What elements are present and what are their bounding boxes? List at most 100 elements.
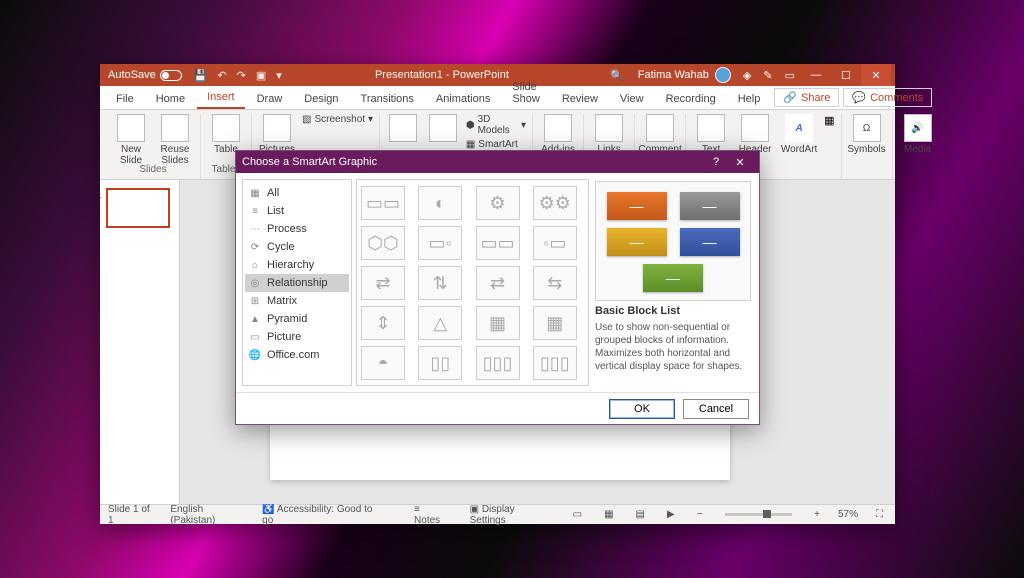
gallery-item[interactable]: ▯▯▯	[533, 346, 577, 380]
category-picture[interactable]: ▭Picture	[245, 328, 349, 346]
tab-view[interactable]: View	[610, 89, 654, 109]
notes-button[interactable]: ≡ Notes	[410, 504, 452, 526]
addins-button[interactable]: Add-ins	[539, 114, 577, 155]
pictures-button[interactable]: Pictures	[258, 114, 296, 155]
slide-sorter-view-icon[interactable]: ▦	[600, 509, 617, 520]
zoom-in-button[interactable]: +	[810, 509, 824, 520]
gallery-item[interactable]: ⇅	[418, 266, 462, 300]
textbox-button[interactable]: Text	[692, 114, 730, 155]
fit-to-window-icon[interactable]: ⛶	[872, 509, 887, 520]
tab-transitions[interactable]: Transitions	[351, 89, 424, 109]
dialog-body: ▦All ≡List ⋯Process ⟳Cycle ⌂Hierarchy ◎R…	[236, 173, 759, 392]
user-name: Fatima Wahab	[638, 69, 709, 81]
tab-slideshow[interactable]: Slide Show	[502, 77, 550, 109]
category-list[interactable]: ≡List	[245, 202, 349, 220]
start-from-beginning-icon[interactable]: ▣	[256, 69, 266, 82]
tab-design[interactable]: Design	[294, 89, 348, 109]
new-slide-button[interactable]: New Slide	[112, 114, 150, 166]
symbols-button[interactable]: ΩSymbols	[848, 114, 886, 155]
gallery-item[interactable]: ▦	[476, 306, 520, 340]
3d-models-button[interactable]: ⬢3D Models ▾	[466, 114, 526, 136]
redo-icon[interactable]: ↷	[237, 69, 246, 82]
gallery-item[interactable]: ⇄	[476, 266, 520, 300]
category-officecom[interactable]: 🌐Office.com	[245, 346, 349, 364]
tab-animations[interactable]: Animations	[426, 89, 500, 109]
gallery-item[interactable]: ▭▭	[476, 226, 520, 260]
gallery-item[interactable]: ◐	[418, 186, 462, 220]
cancel-button[interactable]: Cancel	[683, 399, 749, 419]
gallery-item[interactable]: ◓	[361, 346, 405, 380]
tab-home[interactable]: Home	[146, 89, 195, 109]
tab-file[interactable]: File	[106, 89, 144, 109]
gallery-item[interactable]: ▭◦	[418, 226, 462, 260]
comments-button[interactable]: 💬Comments	[843, 88, 932, 107]
tab-recording[interactable]: Recording	[656, 89, 726, 109]
category-matrix[interactable]: ⊞Matrix	[245, 292, 349, 310]
diamond-icon[interactable]: ◈	[737, 69, 757, 82]
tab-help[interactable]: Help	[728, 89, 771, 109]
gallery-item[interactable]: ⬡⬡	[361, 226, 405, 260]
zoom-percent[interactable]: 57%	[838, 509, 858, 520]
undo-icon[interactable]: ↶	[217, 69, 226, 82]
share-button[interactable]: 🔗Share	[774, 88, 839, 107]
screenshot-button[interactable]: ▧Screenshot ▾	[302, 114, 373, 125]
wordart-button[interactable]: AWordArt	[780, 114, 818, 155]
minimize-button[interactable]: —	[801, 64, 831, 86]
slideshow-view-icon[interactable]: ▶	[663, 509, 679, 520]
accessibility-status[interactable]: ♿ Accessibility: Good to go	[262, 504, 382, 526]
gallery-item[interactable]: ⇕	[361, 306, 405, 340]
gallery-item[interactable]: ▯▯▯	[476, 346, 520, 380]
category-process[interactable]: ⋯Process	[245, 220, 349, 238]
category-hierarchy[interactable]: ⌂Hierarchy	[245, 256, 349, 274]
search-icon[interactable]: 🔍	[602, 69, 632, 82]
category-pyramid[interactable]: ▲Pyramid	[245, 310, 349, 328]
slide-thumbnail-1[interactable]: 1	[106, 188, 170, 228]
zoom-out-button[interactable]: −	[693, 509, 707, 520]
gallery-item[interactable]: △	[418, 306, 462, 340]
dialog-close-button[interactable]: ✕	[727, 156, 753, 169]
headerfooter-button[interactable]: Header	[736, 114, 774, 155]
gallery-item[interactable]: ▭▭	[361, 186, 405, 220]
headerfooter-icon	[741, 114, 769, 142]
normal-view-icon[interactable]: ▭	[569, 509, 586, 520]
gallery-item[interactable]: ▯▯	[418, 346, 462, 380]
gallery-item[interactable]: ▦	[533, 306, 577, 340]
gallery-item[interactable]: ⇆	[533, 266, 577, 300]
text-more-icon[interactable]: ▦	[824, 114, 834, 127]
zoom-thumb[interactable]	[763, 510, 771, 518]
shapes-icon	[389, 114, 417, 142]
gallery-item[interactable]: ⚙	[476, 186, 520, 220]
reading-view-icon[interactable]: ▤	[632, 509, 649, 520]
language[interactable]: English (Pakistan)	[170, 504, 248, 526]
gallery-item[interactable]: ◦▭	[533, 226, 577, 260]
comment-button[interactable]: Comment	[641, 114, 679, 155]
category-cycle[interactable]: ⟳Cycle	[245, 238, 349, 256]
zoom-slider[interactable]	[725, 513, 793, 516]
gallery-item[interactable]: ⇄	[361, 266, 405, 300]
smartart-button[interactable]: ▦SmartArt	[466, 139, 526, 150]
user-account[interactable]: Fatima Wahab	[632, 67, 737, 83]
icons-button[interactable]	[426, 114, 460, 144]
ribbon-display-icon[interactable]: ▭	[779, 69, 801, 82]
ok-button[interactable]: OK	[609, 399, 675, 419]
links-button[interactable]: Links	[590, 114, 628, 155]
table-button[interactable]: Table	[207, 114, 245, 155]
tab-review[interactable]: Review	[552, 89, 608, 109]
comment-icon: 💬	[852, 91, 866, 104]
autosave-toggle[interactable]: AutoSave	[104, 69, 186, 81]
display-settings-button[interactable]: ▣ Display Settings	[466, 504, 555, 526]
category-relationship[interactable]: ◎Relationship	[245, 274, 349, 292]
save-icon[interactable]: 💾	[194, 69, 208, 82]
close-button[interactable]: ✕	[861, 64, 891, 86]
smartart-gallery[interactable]: ▭▭ ◐ ⚙ ⚙⚙ ⬡⬡ ▭◦ ▭▭ ◦▭ ⇄ ⇅ ⇄ ⇆ ⇕ △ ▦ ▦ ◓ …	[356, 179, 589, 386]
tab-insert[interactable]: Insert	[197, 87, 245, 109]
category-all[interactable]: ▦All	[245, 184, 349, 202]
media-button[interactable]: 🔊Media	[899, 114, 937, 155]
shapes-button[interactable]	[386, 114, 420, 144]
reuse-slides-button[interactable]: Reuse Slides	[156, 114, 194, 166]
tab-draw[interactable]: Draw	[247, 89, 293, 109]
maximize-button[interactable]: ☐	[831, 64, 861, 86]
gallery-item[interactable]: ⚙⚙	[533, 186, 577, 220]
pencil-icon[interactable]: ✎	[757, 69, 778, 82]
dialog-help-button[interactable]: ?	[705, 156, 727, 168]
